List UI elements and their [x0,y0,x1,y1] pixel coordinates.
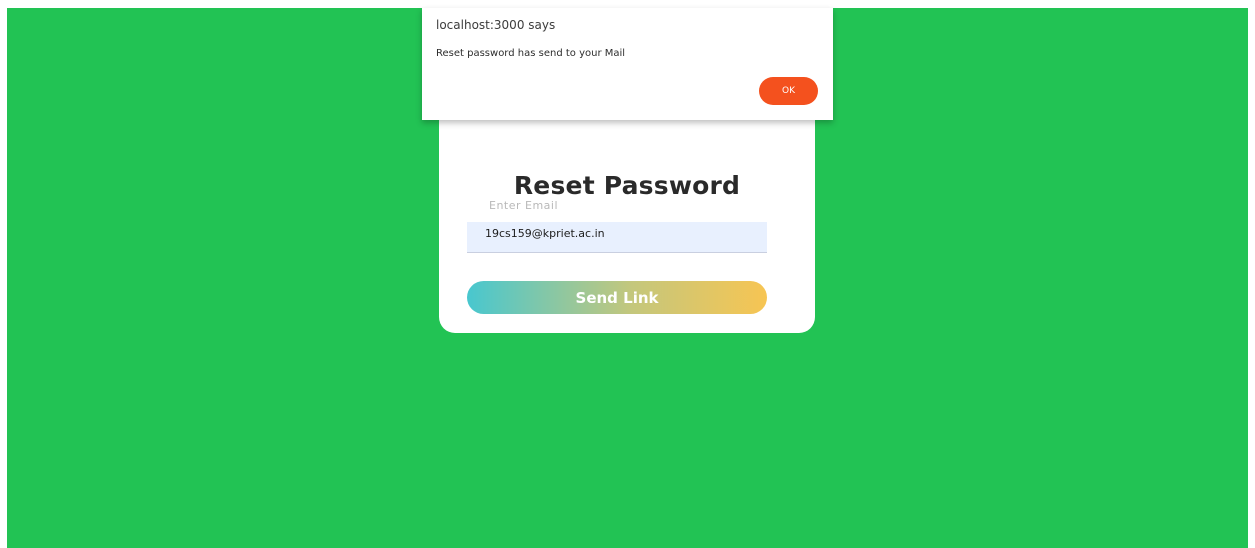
email-label: Enter Email [489,199,559,212]
dialog-message: Reset password has send to your Mail [436,48,626,59]
ok-button[interactable]: OK [759,77,818,105]
email-input[interactable] [467,222,767,253]
page-title: Reset Password [513,171,741,200]
send-link-button[interactable]: Send Link [467,281,767,314]
alert-dialog: localhost:3000 says Reset password has s… [422,8,833,120]
dialog-title: localhost:3000 says [436,18,556,32]
